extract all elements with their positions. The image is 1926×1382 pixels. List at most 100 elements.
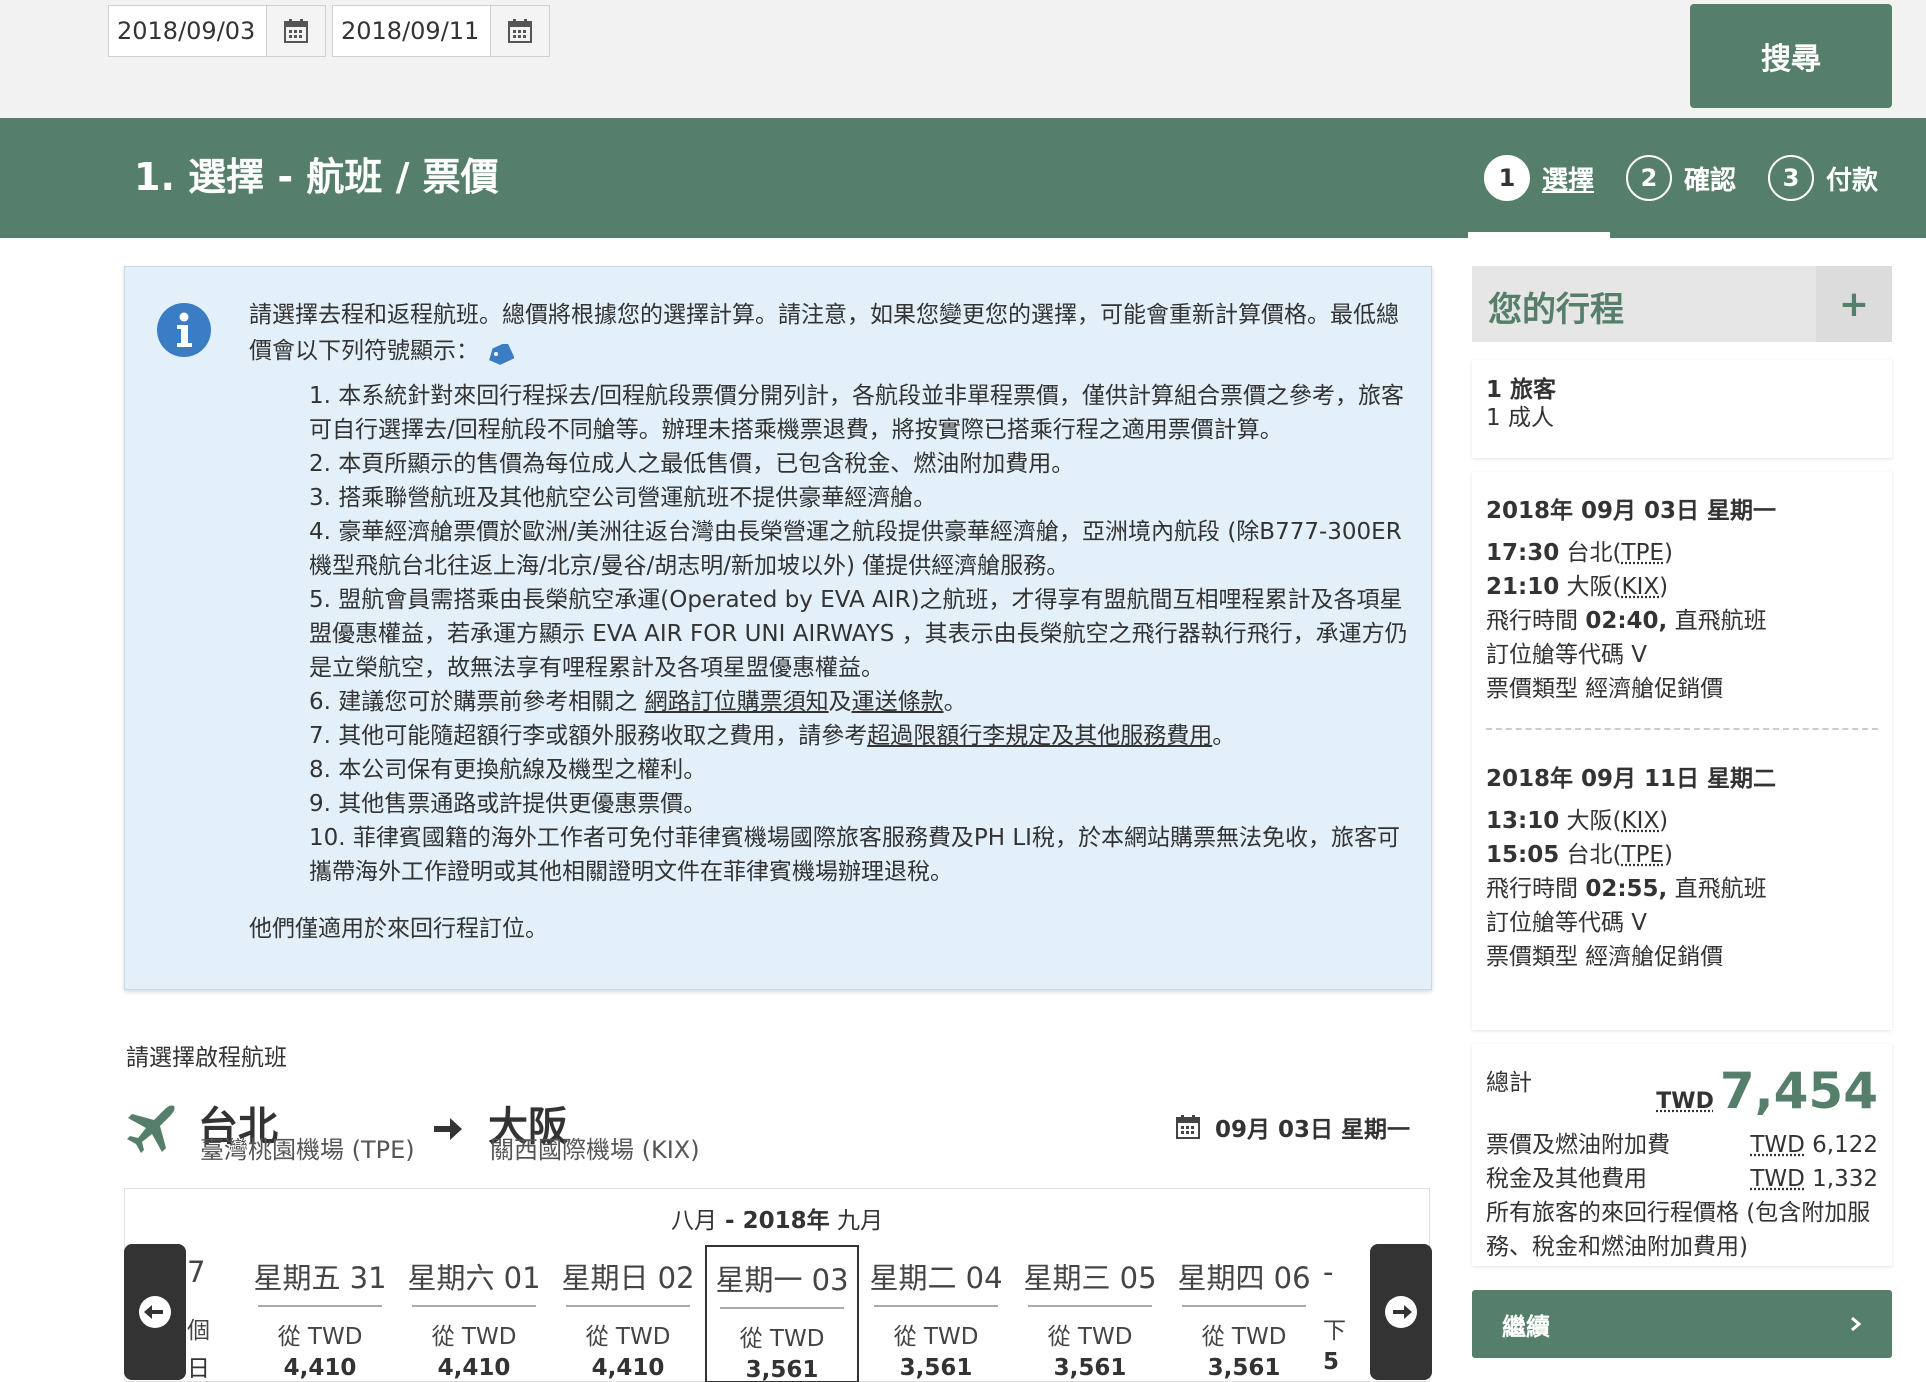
route-date: 09月 03日 星期一 <box>1175 1110 1410 1144</box>
day-price: 3,561 <box>745 1357 819 1382</box>
note-text: 及 <box>828 689 852 715</box>
airplane-icon <box>124 1102 180 1158</box>
depart-date-value[interactable]: 2018/09/03 <box>109 6 267 56</box>
arr-city: 台北( <box>1566 842 1622 868</box>
nonstop-label: 直飛航班 <box>1667 608 1767 634</box>
duration-label: 飛行時間 <box>1486 608 1586 634</box>
day-price: 4,410 <box>283 1355 357 1381</box>
day-price: 5 <box>1323 1349 1340 1375</box>
total-amount: TWD 7,454 <box>1656 1062 1878 1120</box>
step-label: 確認 <box>1683 165 1736 196</box>
search-button[interactable]: 搜尋 <box>1690 4 1892 108</box>
dep-code: KIX <box>1621 808 1660 834</box>
step-number: 2 <box>1625 155 1672 201</box>
duration: 02:40, <box>1585 608 1668 634</box>
calendar-day[interactable]: 星期六 01 從 TWD 4,410 <box>397 1245 551 1382</box>
note-text: 。 <box>1212 723 1236 749</box>
continue-button[interactable]: 繼續 <box>1472 1290 1892 1358</box>
month-label: 九月 <box>836 1208 883 1234</box>
calendar-day[interactable]: 星期五 31 從 TWD 4,410 <box>243 1245 397 1382</box>
itinerary-title: 您的行程 <box>1488 290 1624 330</box>
info-panel: 請選擇去程和返程航班。總價將根據您的選擇計算。請注意，如果您變更您的選擇，可能會… <box>124 266 1432 990</box>
step-label: 付款 <box>1825 165 1878 196</box>
calendar-icon[interactable] <box>267 6 325 56</box>
info-intro-text: 請選擇去程和返程航班。總價將根據您的選擇計算。請注意，如果您變更您的選擇，可能會… <box>249 302 1399 364</box>
passenger-count: 1 旅客 <box>1486 377 1557 403</box>
calendar-next-button[interactable] <box>1370 1244 1432 1380</box>
arr-code: KIX <box>1621 574 1660 600</box>
step-payment: 3 付款 <box>1752 118 1926 238</box>
day-from: 從 TWD <box>893 1324 979 1350</box>
day-price: 3,561 <box>1207 1355 1281 1381</box>
arrow-right-icon <box>430 1112 464 1146</box>
depart-date-field[interactable]: 2018/09/03 <box>108 5 326 57</box>
day-name: 星期日 02 <box>561 1261 695 1295</box>
day-price: 3,561 <box>1053 1355 1127 1381</box>
excess-baggage-link[interactable]: 超過限額行李規定及其他服務費用 <box>867 723 1212 749</box>
continue-label: 繼續 <box>1502 1312 1550 1341</box>
day-name: 星期五 31 <box>253 1261 387 1295</box>
nonstop-label: 直飛航班 <box>1667 876 1767 902</box>
info-footer: 他們僅適用於來回行程訂位。 <box>249 916 548 942</box>
notes-list: 1. 本系統針對來回行程採去/回程航段票價分開列計，各航段並非單程票價，僅供計算… <box>309 379 1419 889</box>
price-tag-icon <box>486 341 515 365</box>
calendar-day-selected[interactable]: 星期一 03 從 TWD 3,561 <box>705 1245 859 1382</box>
fare-type: 票價類型 經濟艙促銷價 <box>1486 676 1724 702</box>
divider <box>1486 728 1878 730</box>
return-date-field[interactable]: 2018/09/11 <box>332 5 550 57</box>
day-from: 從 TWD <box>277 1324 363 1350</box>
calendar-day[interactable]: 星期四 06 從 TWD 3,561 <box>1167 1245 1321 1382</box>
return-date-value[interactable]: 2018/09/11 <box>333 6 491 56</box>
calendar-day[interactable]: 星期日 02 從 TWD 4,410 <box>551 1245 705 1382</box>
note-text: 。 <box>943 689 967 715</box>
note-item: 8. 本公司保有更換航線及機型之權利。 <box>309 757 707 783</box>
purchase-notice-link[interactable]: 網路訂位購票須知 <box>645 689 829 715</box>
step-number: 3 <box>1767 155 1814 201</box>
destination-airport: 關西國際機場 (KIX) <box>490 1136 700 1164</box>
calendar-prev-button[interactable] <box>124 1244 186 1380</box>
fare-amount: 6,122 <box>1804 1132 1878 1158</box>
calendar-day[interactable]: 星期三 05 從 TWD 3,561 <box>1013 1245 1167 1382</box>
step-label[interactable]: 選擇 <box>1542 160 1594 197</box>
note-text: 7. 其他可能隨超額行李或額外服務收取之費用，請參考 <box>309 723 868 749</box>
calendar-day[interactable]: 星期二 04 從 TWD 3,561 <box>859 1245 1013 1382</box>
calendar-icon[interactable] <box>491 6 549 56</box>
duration: 02:55, <box>1585 876 1668 902</box>
arr-code: TPE <box>1621 842 1664 868</box>
origin-airport: 臺灣桃園機場 (TPE) <box>200 1136 415 1164</box>
note-item: 2. 本頁所顯示的售價為每位成人之最低售價，已包含稅金、燃油附加費用。 <box>309 451 1075 477</box>
arr-city: 大阪( <box>1566 574 1622 600</box>
note-item: 10. 菲律賓國籍的海外工作者可免付菲律賓機場國際旅客服務費及PH LI稅，於本… <box>309 825 1400 885</box>
leg-date: 2018年 09月 03日 星期一 <box>1486 498 1777 524</box>
page-title: 1. 選擇 - 航班 / 票價 <box>134 155 499 199</box>
booking-class: 訂位艙等代碼 V <box>1486 910 1648 936</box>
day-from: 個 <box>187 1318 210 1344</box>
route-summary: 台北 臺灣桃園機場 (TPE) 大阪 關西國際機場 (KIX) 09月 03日 … <box>124 1098 1424 1178</box>
calendar-day-partial[interactable]: - 下 5 <box>1321 1245 1351 1382</box>
note-item: 9. 其他售票通路或許提供更優惠票價。 <box>309 791 707 817</box>
amount: 7,454 <box>1719 1062 1878 1120</box>
day-from: 從 TWD <box>739 1326 825 1352</box>
fare-type: 票價類型 經濟艙促銷價 <box>1486 944 1724 970</box>
step-number: 1 <box>1483 155 1530 201</box>
currency: TWD <box>1750 1166 1805 1192</box>
day-name: - <box>1323 1255 1334 1289</box>
note-item: 5. 盟航會員需搭乘由長榮航空承運(Operated by EVA AIR)之航… <box>309 587 1408 681</box>
calendar-days: 7 個 日 星期五 31 從 TWD 4,410 星期六 01 從 TWD 4,… <box>125 1245 1431 1382</box>
dep-code: TPE <box>1621 540 1664 566</box>
expand-button[interactable]: + <box>1816 266 1892 342</box>
arr-time: 15:05 <box>1486 842 1560 868</box>
note-item: 1. 本系統針對來回行程採去/回程航段票價分開列計，各航段並非單程票價，僅供計算… <box>309 383 1405 443</box>
search-bar: 2018/09/03 2018/09/11 搜尋 <box>0 0 1926 118</box>
adult-count: 1 成人 <box>1486 405 1554 431</box>
booking-class: 訂位艙等代碼 V <box>1486 642 1648 668</box>
separator: - <box>717 1208 743 1234</box>
passenger-card: 1 旅客 1 成人 <box>1472 360 1892 458</box>
step-select[interactable]: 1 選擇 <box>1467 118 1610 238</box>
day-price: 日 <box>187 1356 210 1382</box>
calendar-icon <box>1175 1115 1200 1139</box>
conditions-of-carriage-link[interactable]: 運送條款 <box>852 689 944 715</box>
currency: TWD <box>1656 1089 1714 1114</box>
calendar-month-header: 八月 - 2018年 九月 <box>125 1201 1429 1235</box>
day-from: 下 <box>1323 1318 1346 1344</box>
